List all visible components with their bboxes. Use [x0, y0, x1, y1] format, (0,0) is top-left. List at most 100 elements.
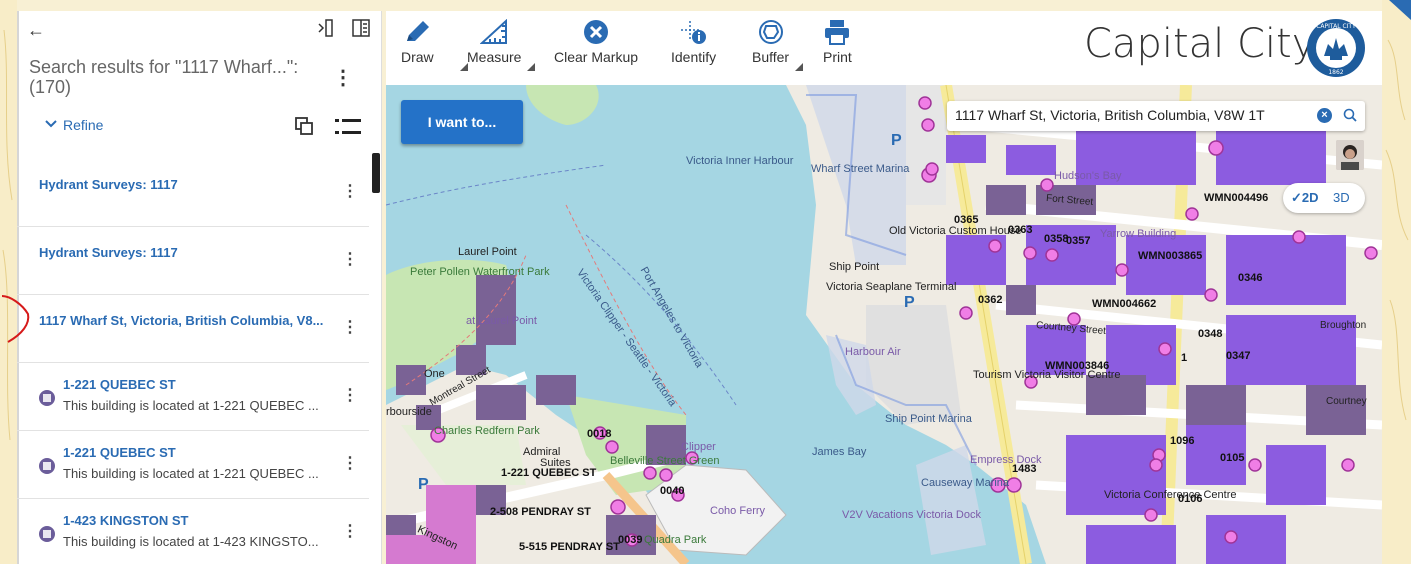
clear-search-icon[interactable]: ×: [1317, 108, 1332, 123]
building-icon: [39, 458, 55, 474]
map-code-label: 0347: [1226, 350, 1251, 362]
print-button[interactable]: Print: [823, 19, 852, 65]
list-view-icon[interactable]: [335, 117, 361, 137]
buffer-button[interactable]: Buffer: [752, 19, 804, 71]
map-label: Peter Pollen Waterfront Park: [410, 266, 550, 278]
map-search-box[interactable]: 1117 Wharf St, Victoria, British Columbi…: [947, 101, 1365, 131]
map-label: Victoria Seaplane Terminal: [826, 281, 957, 293]
result-kebab-icon[interactable]: ⋮: [342, 317, 358, 337]
search-results-title: Search results for "1117 Wharf...": (170…: [29, 57, 299, 97]
result-description: This building is located at 1-221 QUEBEC…: [63, 466, 319, 481]
map-label: One: [424, 368, 445, 380]
map-code-label: WMN004496: [1204, 192, 1269, 204]
refine-label: Refine: [63, 117, 104, 133]
measure-dropdown-icon[interactable]: [527, 63, 536, 71]
city-seal-logo: CAPITAL CITY 1862: [1306, 18, 1366, 78]
printer-icon: [825, 20, 850, 45]
draw-button[interactable]: Draw: [401, 19, 468, 71]
result-title[interactable]: 1-221 QUEBEC ST: [63, 377, 363, 392]
map-search-input[interactable]: 1117 Wharf St, Victoria, British Columbi…: [955, 107, 1310, 123]
result-description: This building is located at 1-423 KINGST…: [63, 534, 319, 549]
map-label: Hudson's Bay: [1054, 170, 1122, 182]
map-code-label: 0348: [1198, 328, 1223, 340]
map-toolbar: Draw Measure Clear Markup Identify Buffe…: [386, 11, 1382, 85]
seal-year: 1862: [1328, 69, 1343, 76]
map-label: Belleville Street Green: [610, 455, 720, 467]
measure-button[interactable]: Measure: [467, 19, 536, 71]
view-mode-toggle[interactable]: ✓2D 3D: [1283, 183, 1365, 213]
map-label: Clipper: [681, 441, 716, 453]
map-label: Courtney: [1326, 396, 1367, 407]
map-code-label: 0362: [978, 294, 1003, 306]
map-label: Yarrow Building: [1100, 228, 1177, 240]
map-label: Coho Ferry: [710, 505, 766, 517]
map-code-label: 0040: [660, 485, 685, 497]
identify-button[interactable]: Identify: [671, 19, 716, 65]
map-code-label: 1483: [1012, 463, 1037, 475]
svg-text:P: P: [904, 294, 915, 311]
refine-button[interactable]: Refine: [45, 117, 103, 133]
result-kebab-icon[interactable]: ⋮: [342, 249, 358, 269]
identify-icon: [680, 21, 706, 44]
seal-text: CAPITAL CITY: [1316, 23, 1356, 30]
results-scrollbar[interactable]: [372, 153, 380, 193]
map-code-label: 0106: [1178, 493, 1203, 505]
view-2d-button[interactable]: ✓2D: [1291, 190, 1319, 206]
map-code-label: 2-508 PENDRAY ST: [490, 506, 591, 518]
buffer-dropdown-icon[interactable]: [795, 63, 804, 71]
result-title[interactable]: 1-423 KINGSTON ST: [63, 513, 363, 528]
list-item[interactable]: 1-423 KINGSTON ST This building is locat…: [17, 499, 369, 564]
view-3d-button[interactable]: 3D: [1333, 190, 1350, 205]
results-list: Hydrant Surveys: 1117 ⋮ Hydrant Surveys:…: [17, 159, 369, 564]
result-kebab-icon[interactable]: ⋮: [342, 385, 358, 405]
map-code-label: 0365: [954, 214, 979, 226]
map-label: Wharf Street Marina: [811, 163, 910, 175]
map-code-label: 0039: [618, 534, 643, 546]
map-code-label: 0363: [1008, 224, 1033, 236]
map-label: V2V Vacations Victoria Dock: [842, 509, 981, 521]
user-avatar[interactable]: [1336, 140, 1364, 170]
list-item[interactable]: 1-221 QUEBEC ST This building is located…: [17, 431, 369, 499]
buffer-icon: [758, 20, 783, 44]
result-title[interactable]: Hydrant Surveys: 1117: [39, 177, 339, 192]
map-label: Charles Redfern Park: [434, 425, 540, 437]
map-code-label: WMN003865: [1138, 250, 1203, 262]
result-kebab-icon[interactable]: ⋮: [342, 453, 358, 473]
list-item[interactable]: Hydrant Surveys: 1117 ⋮: [17, 159, 369, 227]
map-code-label: 0105: [1220, 452, 1245, 464]
i-want-to-button[interactable]: I want to...: [401, 100, 523, 144]
result-title[interactable]: Hydrant Surveys: 1117: [39, 245, 339, 260]
building-icon: [39, 390, 55, 406]
map-label: Victoria Conference Centre: [1104, 489, 1237, 501]
map-label: rbourside: [386, 406, 432, 418]
map-label: Old Victoria Custom House: [889, 225, 1022, 237]
view-2d-label: 2D: [1301, 190, 1319, 205]
map-label: Victoria Inner Harbour: [686, 155, 794, 167]
print-label: Print: [823, 49, 852, 65]
result-kebab-icon[interactable]: ⋮: [342, 181, 358, 201]
list-item[interactable]: 1117 Wharf St, Victoria, British Columbi…: [17, 295, 369, 363]
toggle-panel-icon[interactable]: [352, 19, 370, 37]
map-label: Broughton: [1320, 320, 1367, 331]
result-kebab-icon[interactable]: ⋮: [342, 521, 358, 541]
result-title[interactable]: 1117 Wharf St, Victoria, British Columbi…: [39, 313, 339, 328]
back-button[interactable]: ←: [27, 20, 45, 41]
draw-label: Draw: [401, 49, 434, 65]
result-title[interactable]: 1-221 QUEBEC ST: [63, 445, 363, 460]
map-view[interactable]: P P P Victoria Inner Harbour Wharf Stree…: [386, 85, 1382, 564]
pencil-icon: [407, 21, 430, 41]
list-item[interactable]: 1-221 QUEBEC ST This building is located…: [17, 363, 369, 431]
ruler-icon: [480, 19, 508, 44]
map-code-label: 5-515 PENDRAY ST: [519, 541, 620, 553]
clear-markup-label: Clear Markup: [554, 49, 639, 65]
buffer-label: Buffer: [752, 49, 790, 65]
map-code-label: 1-221 QUEBEC ST: [501, 467, 597, 479]
list-item[interactable]: Hydrant Surveys: 1117 ⋮: [17, 227, 369, 295]
map-code-label: 0358: [1044, 233, 1069, 245]
clear-markup-button[interactable]: Clear Markup: [554, 19, 638, 65]
copy-icon[interactable]: [295, 117, 313, 135]
map-code-label: 0346: [1238, 272, 1263, 284]
panel-header: ← Search results for "1117 Wharf...": (1…: [17, 11, 381, 156]
search-options-kebab-icon[interactable]: ⋮: [333, 65, 353, 90]
collapse-icon[interactable]: [317, 19, 333, 37]
